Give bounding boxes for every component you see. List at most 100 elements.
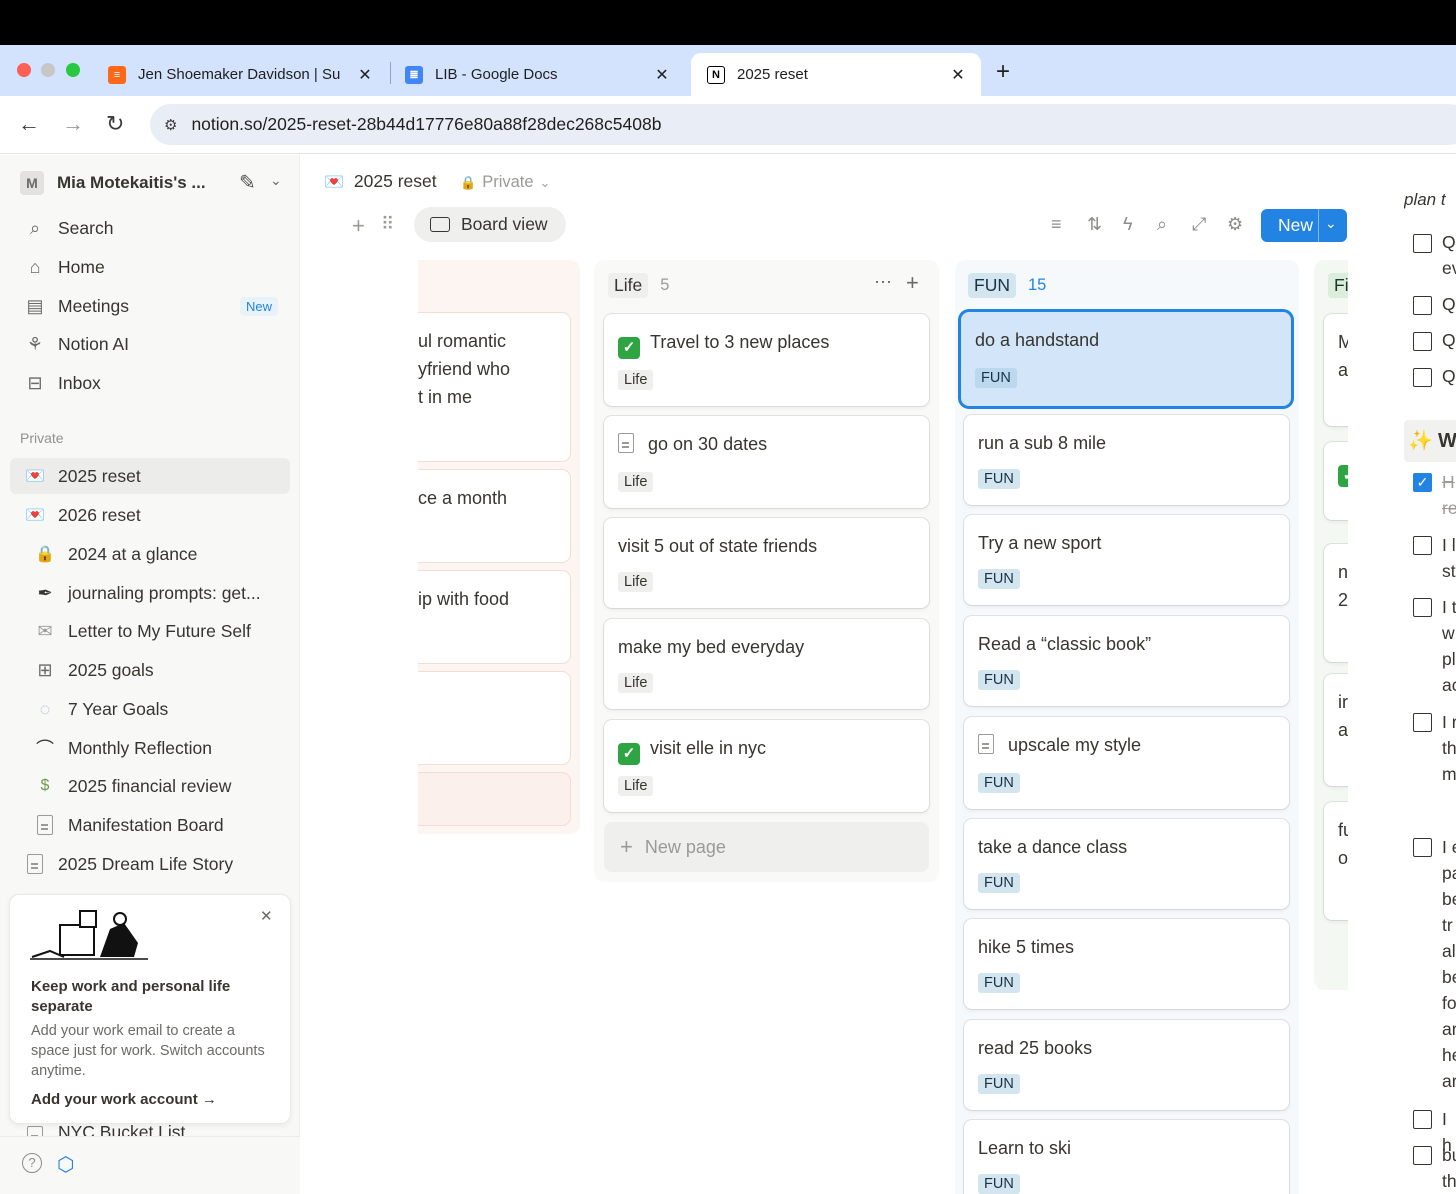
- todo-checkbox[interactable]: [1413, 332, 1432, 351]
- sidebar-page-manifestation-board[interactable]: Manifestation Board: [10, 807, 290, 843]
- back-icon[interactable]: ←: [18, 112, 40, 136]
- sidebar-page-2025-goals[interactable]: ⊞ 2025 goals: [10, 652, 290, 688]
- reload-icon[interactable]: ↻: [106, 112, 124, 136]
- board-view-tab[interactable]: Board view: [414, 207, 566, 242]
- sidebar-page-2025-reset[interactable]: 💌 2025 reset: [10, 458, 290, 494]
- card-title: ul romantic yfriend who t in me: [418, 331, 511, 407]
- board-card[interactable]: ul romantic yfriend who t in me: [418, 313, 570, 461]
- column-header[interactable]: Life 5: [608, 272, 669, 298]
- column-header[interactable]: FUN 15: [968, 272, 1046, 298]
- site-settings-icon[interactable]: ⚙: [164, 116, 177, 134]
- todo-checkbox[interactable]: [1413, 536, 1432, 555]
- sidebar-page-2026-reset[interactable]: 💌 2026 reset: [10, 497, 290, 533]
- sidebar-page-2025-financial-review[interactable]: $ 2025 financial review: [10, 768, 290, 804]
- todo-checkbox[interactable]: [1413, 713, 1432, 732]
- add-block-icon[interactable]: +: [352, 213, 365, 239]
- automation-icon[interactable]: ϟ: [1123, 214, 1133, 235]
- browser-tab-active[interactable]: N 2025 reset ✕: [691, 53, 981, 96]
- todo-checkbox[interactable]: [1413, 1110, 1432, 1129]
- board-card[interactable]: ce a month: [418, 470, 570, 562]
- marketplace-icon[interactable]: ⬡: [57, 1152, 74, 1177]
- board-card-selected[interactable]: do a handstand FUN: [961, 312, 1291, 406]
- close-tab-icon[interactable]: ✕: [356, 65, 374, 85]
- board-card[interactable]: upscale my style FUN: [964, 717, 1289, 809]
- drag-handle-icon[interactable]: ⠿: [381, 214, 394, 235]
- workspace-switcher[interactable]: M Mia Motekaitis's ...: [20, 170, 206, 196]
- browser-tab[interactable]: ≡ Jen Shoemaker Davidson | Su ✕: [92, 53, 388, 96]
- todo-checkbox[interactable]: [1413, 234, 1432, 253]
- page-title: 2025 reset: [353, 171, 437, 191]
- board-card[interactable]: [418, 672, 570, 764]
- close-tab-icon[interactable]: ✕: [653, 65, 671, 85]
- more-options-icon[interactable]: ⋯: [874, 272, 892, 293]
- board-card[interactable]: [418, 773, 570, 825]
- board-card[interactable]: ir a: [1324, 674, 1348, 786]
- sidebar-item-inbox[interactable]: ⊟ Inbox: [10, 365, 290, 401]
- close-tab-icon[interactable]: ✕: [949, 65, 967, 85]
- minimize-window-button[interactable]: [41, 63, 55, 77]
- board-card[interactable]: take a dance class FUN: [964, 819, 1289, 909]
- search-icon[interactable]: ⌕: [1157, 214, 1167, 235]
- card-title: read 25 books: [978, 1038, 1093, 1058]
- board-card[interactable]: go on 30 dates Life: [604, 416, 929, 508]
- todo-checkbox-checked[interactable]: ✓: [1413, 473, 1432, 492]
- add-work-account-link[interactable]: Add your work account →: [31, 1091, 217, 1108]
- sidebar-page-journaling-prompts[interactable]: ✒ journaling prompts: get...: [10, 575, 290, 611]
- todo-checkbox[interactable]: [1413, 296, 1432, 315]
- sidebar-item-label: Meetings: [58, 295, 130, 316]
- expand-icon[interactable]: ⤢: [1192, 214, 1206, 235]
- board-card[interactable]: ✓: [1324, 442, 1348, 520]
- sidebar-item-notion-ai[interactable]: ⚘ Notion AI: [10, 326, 290, 362]
- board-card[interactable]: Read a “classic book” FUN: [964, 616, 1289, 706]
- board-card[interactable]: hike 5 times FUN: [964, 919, 1289, 1009]
- close-promo-icon[interactable]: ✕: [260, 907, 273, 925]
- close-window-button[interactable]: [17, 63, 31, 77]
- board-card[interactable]: visit 5 out of state friends Life: [604, 518, 929, 608]
- new-page-button[interactable]: + New page: [604, 822, 929, 872]
- todo-checkbox[interactable]: [1413, 1146, 1432, 1165]
- sidebar-item-home[interactable]: ⌂ Home: [10, 249, 290, 285]
- todo-checkbox[interactable]: [1413, 598, 1432, 617]
- forward-icon[interactable]: →: [62, 112, 84, 136]
- chevron-down-icon[interactable]: ⌄: [270, 172, 282, 189]
- board-card[interactable]: ✓ visit elle in nyc Life: [604, 720, 929, 812]
- breadcrumb-page[interactable]: 💌 2025 reset: [324, 171, 437, 192]
- filter-icon[interactable]: ≡: [1051, 214, 1062, 235]
- sidebar-page-monthly-reflection[interactable]: ⌒ Monthly Reflection: [10, 730, 290, 766]
- sidebar-page-7-year-goals[interactable]: ◌ 7 Year Goals: [10, 691, 290, 727]
- button-divider: [1318, 209, 1319, 242]
- chevron-down-icon[interactable]: ⌄: [1325, 215, 1337, 232]
- board-card[interactable]: make my bed everyday Life: [604, 619, 929, 709]
- new-button[interactable]: New ⌄: [1261, 209, 1347, 242]
- sidebar-page-letter-to-future-self[interactable]: ✉ Letter to My Future Self: [10, 613, 290, 649]
- board-card[interactable]: fu o: [1324, 802, 1348, 920]
- todo-checkbox[interactable]: [1413, 838, 1432, 857]
- card-title: do a handstand: [975, 330, 1100, 350]
- board-card[interactable]: Try a new sport FUN: [964, 515, 1289, 605]
- zoom-window-button[interactable]: [66, 63, 80, 77]
- sort-icon[interactable]: ⇅: [1087, 214, 1102, 235]
- new-tab-icon[interactable]: +: [996, 58, 1010, 86]
- address-bar[interactable]: ⚙ notion.so/2025-reset-28b44d17776e80a88…: [150, 104, 1456, 145]
- browser-tab[interactable]: ≣ LIB - Google Docs ✕: [389, 53, 685, 96]
- add-card-icon[interactable]: +: [906, 270, 919, 296]
- table-icon: ⊞: [37, 659, 53, 680]
- board-card[interactable]: read 25 books FUN: [964, 1020, 1289, 1110]
- board-card[interactable]: run a sub 8 mile FUN: [964, 415, 1289, 505]
- board-card[interactable]: n 2: [1324, 544, 1348, 662]
- board-card[interactable]: Learn to ski FUN: [964, 1120, 1289, 1194]
- sidebar-page-2025-dream-life-story[interactable]: 2025 Dream Life Story: [10, 846, 290, 882]
- sidebar-item-meetings[interactable]: ▤ Meetings New: [10, 288, 290, 324]
- sidebar-item-search[interactable]: ⌕ Search: [10, 210, 290, 246]
- new-page-icon[interactable]: ✎: [239, 170, 256, 195]
- board-card[interactable]: ip with food: [418, 571, 570, 663]
- settings-icon[interactable]: ⚙: [1227, 214, 1243, 235]
- sidebar-item-label: 2026 reset: [58, 504, 141, 525]
- sidebar-page-2024-at-a-glance[interactable]: 🔒 2024 at a glance: [10, 536, 290, 572]
- help-icon[interactable]: ?: [22, 1153, 42, 1173]
- board-card[interactable]: M a: [1324, 314, 1348, 426]
- board-card[interactable]: ✓ Travel to 3 new places Life: [604, 314, 929, 406]
- visibility-menu[interactable]: 🔒 Private ⌄: [460, 173, 550, 192]
- column-header[interactable]: Fi: [1328, 272, 1348, 298]
- todo-checkbox[interactable]: [1413, 368, 1432, 387]
